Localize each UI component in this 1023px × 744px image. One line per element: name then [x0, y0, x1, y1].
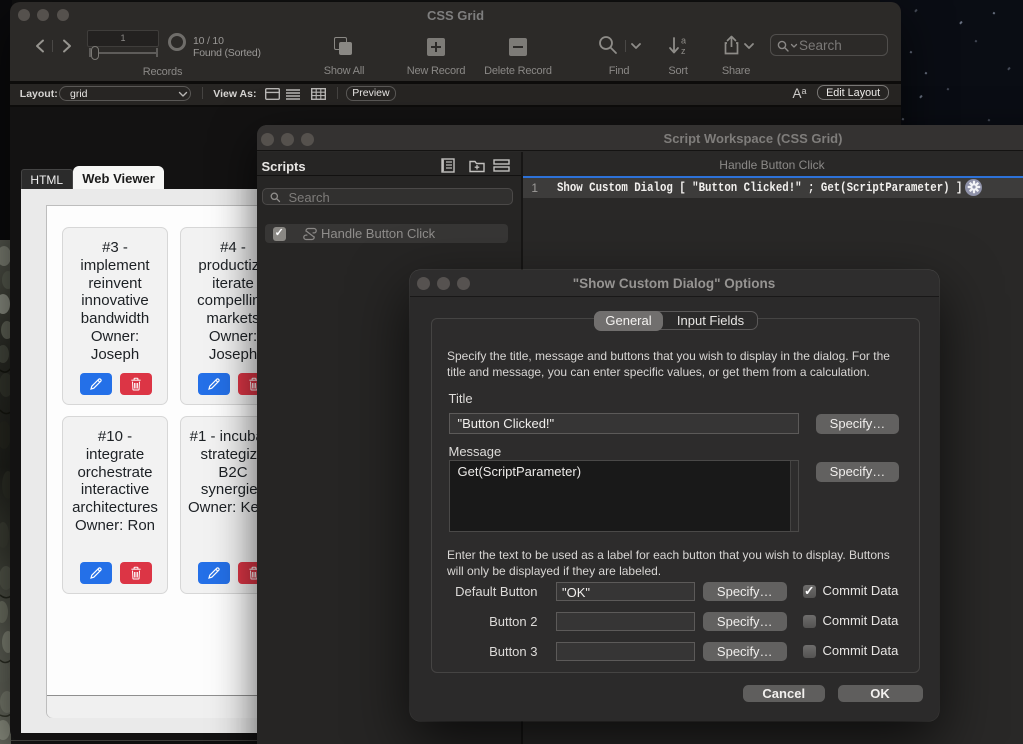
svg-text:a: a [681, 36, 686, 46]
svg-text:z: z [681, 46, 686, 56]
